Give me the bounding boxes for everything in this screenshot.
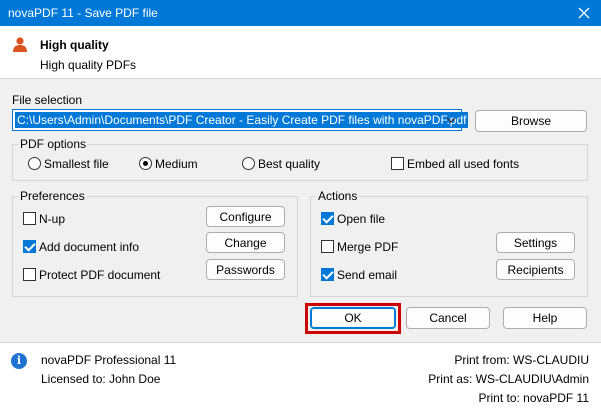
- product-name: novaPDF Professional 11: [41, 353, 177, 367]
- chevron-down-icon[interactable]: [445, 114, 457, 129]
- profile-description: High quality PDFs: [40, 58, 137, 72]
- print-from: Print from: WS-CLAUDIU: [454, 353, 589, 367]
- actions-label: Actions: [316, 189, 360, 203]
- protect-pdf-label: Protect PDF document: [39, 268, 161, 282]
- change-button[interactable]: Change: [206, 232, 285, 253]
- status-footer: i novaPDF Professional 11 Licensed to: J…: [0, 342, 601, 412]
- help-button[interactable]: Help: [503, 307, 587, 329]
- add-document-info-label: Add document info: [39, 240, 140, 254]
- recipients-button[interactable]: Recipients: [496, 259, 575, 280]
- embed-fonts-checkbox[interactable]: [391, 157, 404, 170]
- radio-smallest-file[interactable]: [28, 157, 41, 170]
- browse-button[interactable]: Browse: [475, 110, 587, 132]
- radio-medium-label: Medium: [155, 157, 198, 171]
- print-to: Print to: novaPDF 11: [478, 391, 590, 405]
- close-icon[interactable]: [567, 0, 601, 26]
- user-icon: [12, 36, 28, 55]
- open-file-label: Open file: [337, 212, 386, 226]
- configure-button[interactable]: Configure: [206, 206, 285, 227]
- info-icon: i: [11, 353, 27, 369]
- file-path-value: C:\Users\Admin\Documents\PDF Creator - E…: [15, 112, 469, 128]
- passwords-button[interactable]: Passwords: [206, 259, 285, 280]
- send-email-label: Send email: [337, 268, 398, 282]
- send-email-checkbox[interactable]: [321, 268, 334, 281]
- profile-header: High quality High quality PDFs: [0, 26, 601, 79]
- nup-checkbox[interactable]: [23, 212, 36, 225]
- print-as: Print as: WS-CLAUDIU\Admin: [428, 372, 589, 386]
- merge-pdf-label: Merge PDF: [337, 240, 399, 254]
- licensed-to: Licensed to: John Doe: [41, 372, 161, 386]
- pdf-options-label: PDF options: [18, 137, 89, 151]
- radio-best-quality[interactable]: [242, 157, 255, 170]
- ok-button[interactable]: OK: [310, 307, 396, 329]
- nup-label: N-up: [39, 212, 66, 226]
- window-title: novaPDF 11 - Save PDF file: [8, 6, 158, 20]
- profile-name: High quality: [40, 38, 109, 52]
- radio-best-quality-label: Best quality: [258, 157, 321, 171]
- merge-pdf-checkbox[interactable]: [321, 240, 334, 253]
- radio-smallest-file-label: Smallest file: [44, 157, 109, 171]
- preferences-label: Preferences: [18, 189, 87, 203]
- embed-fonts-label: Embed all used fonts: [407, 157, 520, 171]
- add-document-info-checkbox[interactable]: [23, 240, 36, 253]
- cancel-button[interactable]: Cancel: [406, 307, 490, 329]
- title-bar: novaPDF 11 - Save PDF file: [0, 0, 601, 26]
- radio-medium[interactable]: [139, 157, 152, 170]
- file-selection-label: File selection: [12, 93, 83, 107]
- settings-button[interactable]: Settings: [496, 232, 575, 253]
- protect-pdf-checkbox[interactable]: [23, 268, 36, 281]
- file-path-combobox[interactable]: C:\Users\Admin\Documents\PDF Creator - E…: [12, 109, 469, 131]
- open-file-checkbox[interactable]: [321, 212, 334, 225]
